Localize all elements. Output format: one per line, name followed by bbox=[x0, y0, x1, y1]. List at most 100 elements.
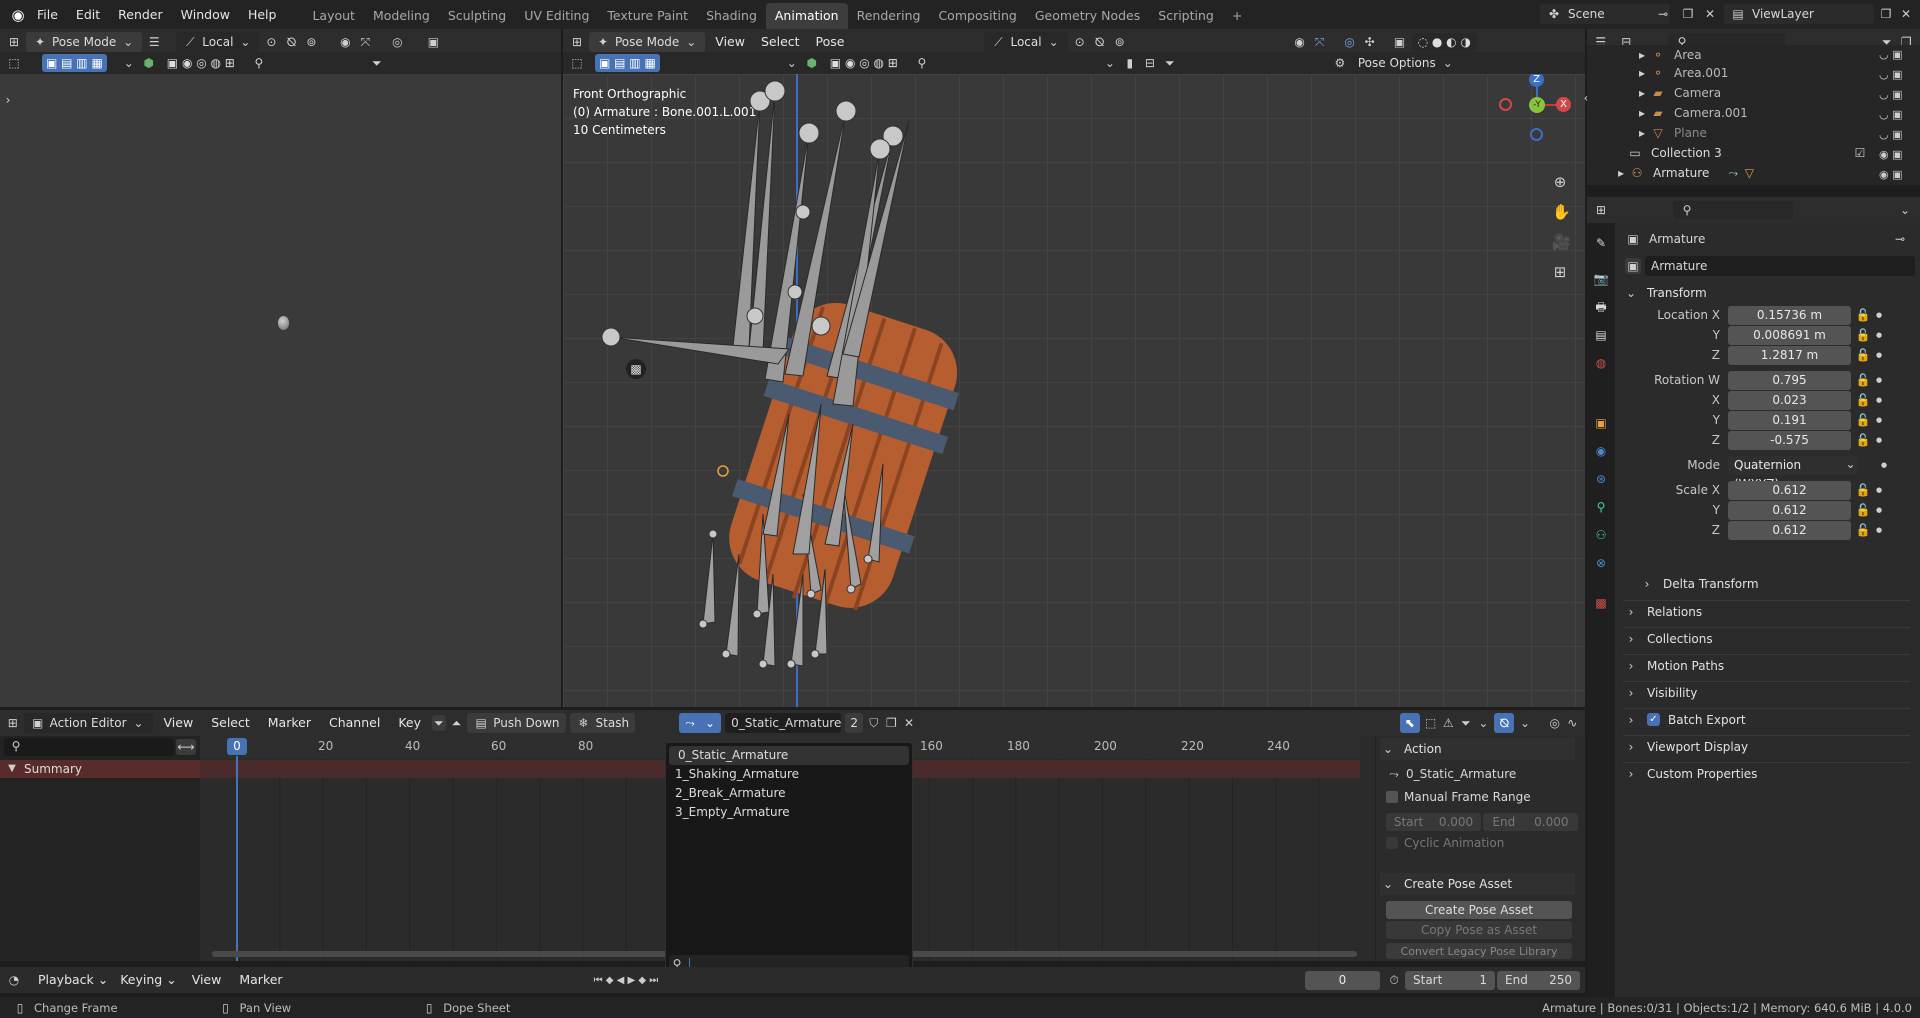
dropdown-item[interactable]: 1_Shaking_Armature bbox=[666, 765, 912, 784]
lock-icon[interactable]: 🔓 bbox=[1855, 347, 1871, 363]
eye-icon[interactable]: ◡ ▣ bbox=[1879, 105, 1919, 125]
xray-icon[interactable]: ▣ bbox=[425, 34, 441, 50]
eye-icon[interactable]: ◡ ▣ bbox=[1879, 125, 1919, 145]
menu-edit[interactable]: Edit bbox=[67, 0, 109, 29]
outliner-row-armature[interactable]: ▸ ⚇ Armature ⤳ ▽ bbox=[1587, 163, 1920, 183]
filter-icon[interactable]: ⏷ bbox=[369, 55, 385, 71]
layer-up-icon[interactable]: ⏶ bbox=[450, 715, 464, 731]
physics-tab-icon[interactable]: ◉ bbox=[1593, 443, 1609, 459]
armature-barrel-scene[interactable] bbox=[563, 74, 1585, 707]
outliner-row-area[interactable]: ▸ ⚬ Area bbox=[1587, 45, 1920, 65]
location-z-field[interactable]: 1.2817 m bbox=[1728, 345, 1851, 365]
transform-panel-header[interactable]: ⌄ Transform bbox=[1623, 282, 1910, 304]
proportional-icon[interactable]: ◎ bbox=[1548, 715, 1562, 731]
relations-header[interactable]: › Relations bbox=[1623, 600, 1910, 622]
gizmo-neg-z[interactable] bbox=[1530, 128, 1543, 141]
select-tool-icon[interactable]: ⬚ bbox=[569, 55, 585, 71]
main-mode-select[interactable]: ✦ Pose Mode ⌄ bbox=[589, 32, 706, 52]
lock-icon[interactable]: 🔓 bbox=[1855, 502, 1871, 518]
empty-object-dot[interactable] bbox=[278, 316, 289, 330]
transform-icon[interactable]: ✣ bbox=[1362, 34, 1378, 50]
object-tab-icon[interactable]: ▣ bbox=[1593, 415, 1609, 431]
navigation-gizmo[interactable]: Z -Y X bbox=[1493, 74, 1573, 164]
checkbox-checked-icon[interactable]: ✓ bbox=[1647, 713, 1660, 726]
outliner-row-collection-3[interactable]: ▭ Collection 3 ☑ bbox=[1587, 143, 1920, 163]
batch-export-header[interactable]: › ✓ Batch Export bbox=[1623, 708, 1910, 730]
chevron-down-icon[interactable]: ⌄ bbox=[1897, 202, 1913, 218]
overlay-icon[interactable]: ◎ bbox=[389, 34, 405, 50]
stopwatch-icon[interactable]: ⏱ bbox=[1386, 972, 1402, 988]
editor-type-icon[interactable]: ⊞ bbox=[6, 715, 20, 731]
rotation-y-field[interactable]: 0.191 bbox=[1728, 410, 1851, 430]
filter-icon-group[interactable]: ▣ ◉ ◎ ◍ ⊞ bbox=[823, 54, 904, 72]
channel-search-input[interactable]: ⚲ bbox=[4, 738, 174, 756]
pivot-icon[interactable]: ⊙ bbox=[1072, 34, 1088, 50]
manual-frame-range-checkbox[interactable] bbox=[1386, 791, 1398, 803]
filter-icon-group[interactable]: ▣ ◉ ◎ ◍ ⊞ bbox=[160, 54, 241, 72]
expand-arrow-icon[interactable]: ▸ bbox=[1634, 47, 1650, 63]
eye-icon[interactable]: ◉ ▣ bbox=[1879, 145, 1919, 165]
tab-sculpting[interactable]: Sculpting bbox=[439, 3, 515, 29]
collapse-icon[interactable]: ⌄ bbox=[121, 55, 137, 71]
scale-x-field[interactable]: 0.612 bbox=[1728, 480, 1851, 500]
errors-warning-icon[interactable]: ⚠ bbox=[1441, 715, 1455, 731]
gizmo-icon[interactable]: ⤧ bbox=[1312, 34, 1328, 50]
checkbox-icon[interactable]: ☑ bbox=[1852, 145, 1868, 161]
menu-file[interactable]: File bbox=[28, 0, 67, 29]
gizmo-neg-x[interactable] bbox=[1499, 98, 1512, 111]
collapse-channels-icon[interactable]: ⟷ bbox=[176, 739, 196, 755]
timeline-clock-icon[interactable]: ◔ bbox=[6, 972, 22, 988]
rotation-w-field[interactable]: 0.795 bbox=[1728, 370, 1851, 390]
tab-uv-editing[interactable]: UV Editing bbox=[515, 3, 598, 29]
lock-icon[interactable]: 🔓 bbox=[1855, 327, 1871, 343]
gizmo-x[interactable]: X bbox=[1556, 97, 1571, 112]
snap-icon[interactable]: ⦰ bbox=[1092, 34, 1108, 50]
expand-down-icon[interactable]: ▼ bbox=[4, 761, 20, 777]
editor-type-icon[interactable]: ⊞ bbox=[1593, 202, 1609, 218]
duplicate-icon[interactable]: ❐ bbox=[885, 715, 899, 731]
tab-texture-paint[interactable]: Texture Paint bbox=[598, 3, 697, 29]
snap-icon[interactable]: ⦰ bbox=[283, 34, 299, 50]
render-tab-icon[interactable]: 📷 bbox=[1593, 271, 1609, 287]
action-users-count[interactable]: 2 bbox=[845, 713, 863, 733]
gizmo-icon[interactable]: ⤧ bbox=[357, 34, 373, 50]
object-name-input[interactable]: Armature bbox=[1645, 256, 1915, 276]
left-search-input[interactable]: ⚲ bbox=[244, 54, 365, 72]
keyframe-dot-icon[interactable]: ● bbox=[1871, 307, 1887, 323]
keyframe-dot-icon[interactable]: ● bbox=[1871, 522, 1887, 538]
tab-animation[interactable]: Animation bbox=[765, 3, 848, 29]
main-viewport-canvas[interactable]: Front Orthographic (0) Armature : Bone.0… bbox=[563, 74, 1585, 707]
new-view-layer-icon[interactable]: ❐ bbox=[1878, 6, 1894, 22]
tab-rendering[interactable]: Rendering bbox=[848, 3, 930, 29]
editor-type-icon[interactable]: ⊞ bbox=[569, 34, 585, 50]
camera-view-icon[interactable]: 🎥 bbox=[1552, 234, 1571, 250]
tl-menu-view[interactable]: View bbox=[185, 967, 229, 993]
tab-modeling[interactable]: Modeling bbox=[364, 3, 439, 29]
close-icon[interactable]: ✕ bbox=[902, 715, 916, 731]
eye-icon[interactable]: ◡ ▣ bbox=[1879, 85, 1919, 105]
hand-pan-icon[interactable]: ✋ bbox=[1552, 204, 1571, 220]
lock-icon[interactable]: 🔓 bbox=[1855, 432, 1871, 448]
ae-menu-marker[interactable]: Marker bbox=[261, 710, 318, 736]
tab-compositing[interactable]: Compositing bbox=[929, 3, 1025, 29]
eye-icon[interactable]: ◡ ▣ bbox=[1879, 45, 1919, 65]
keyframe-dot-icon[interactable]: ● bbox=[1871, 412, 1887, 428]
tools-icon[interactable]: ⚙ bbox=[1332, 55, 1348, 71]
frame-end-control[interactable]: End 250 bbox=[1497, 971, 1580, 990]
filter-icon[interactable]: ⏷ bbox=[1459, 715, 1473, 731]
select-mode-group[interactable]: ▣ ▤ ▥ ▦ bbox=[42, 54, 107, 72]
outliner-row-area-001[interactable]: ▸ ⚬ Area.001 bbox=[1587, 63, 1920, 83]
tab-shading[interactable]: Shading bbox=[697, 3, 766, 29]
scale-y-field[interactable]: 0.612 bbox=[1728, 500, 1851, 520]
current-frame-field[interactable]: 0 bbox=[1305, 971, 1380, 990]
object-type-icon[interactable]: ⬢ bbox=[141, 55, 157, 71]
only-selected-toggle[interactable]: ⬉ bbox=[1399, 713, 1420, 733]
left-viewport-canvas[interactable]: › bbox=[0, 74, 561, 707]
playback-controls[interactable]: ⏮ ◆ ◀ ▶ ◆ ⏭ bbox=[594, 975, 659, 986]
filter-icon[interactable]: ⏷ bbox=[1162, 55, 1178, 71]
action-browse-button[interactable]: ⤳ ⌄ bbox=[679, 713, 722, 733]
constraint-tab-icon[interactable]: ⊛ bbox=[1593, 471, 1609, 487]
collapse-icon[interactable]: ⌄ bbox=[784, 55, 800, 71]
xray-icon[interactable]: ▣ bbox=[1392, 34, 1408, 50]
outliner-row-plane[interactable]: ▸ ▽ Plane bbox=[1587, 123, 1920, 143]
